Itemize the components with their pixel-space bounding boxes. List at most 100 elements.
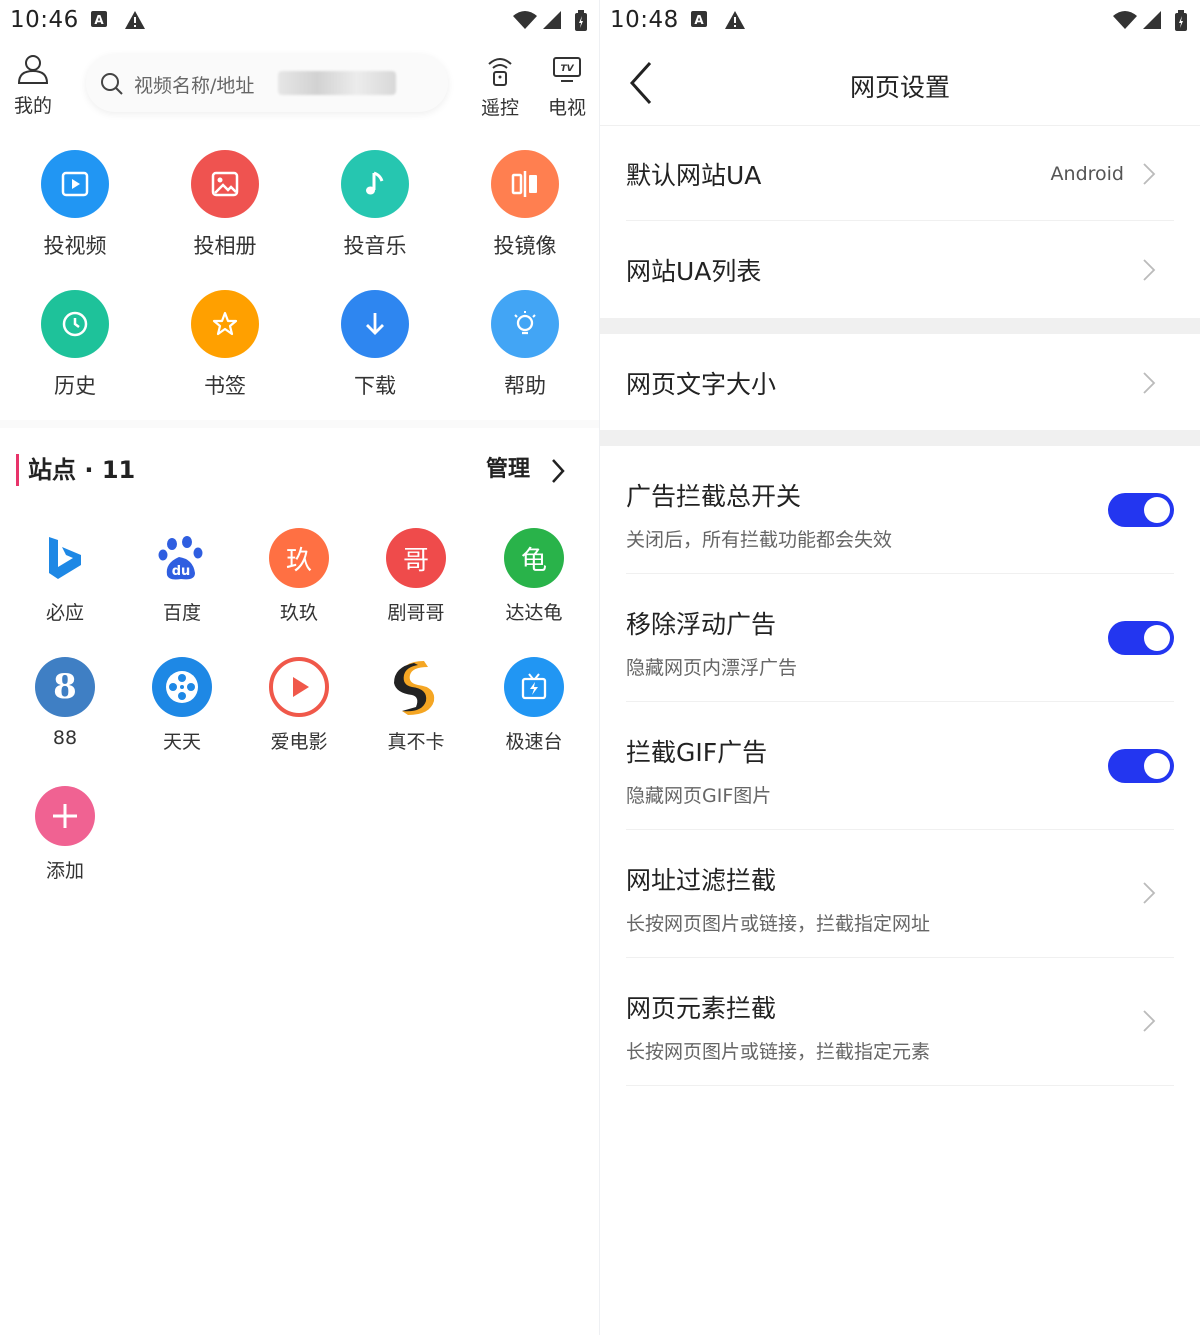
block-gif-ad-toggle[interactable] — [1108, 749, 1174, 783]
battery-icon — [574, 10, 588, 36]
site-glyph-icon: 玖 — [269, 528, 329, 588]
chevron-right-icon — [1142, 881, 1156, 909]
cast-mirror-label: 投镜像 — [493, 234, 557, 258]
blurred-text — [278, 71, 396, 95]
play-circle-icon — [269, 657, 329, 717]
site-dadagui[interactable]: 龟 达达龟 — [484, 528, 584, 625]
manage-button[interactable]: 管理 — [486, 454, 530, 486]
bookmark-button[interactable]: 书签 — [165, 290, 285, 400]
row-title: 网址过滤拦截 — [626, 866, 777, 895]
row-subtitle: 长按网页图片或链接，拦截指定元素 — [626, 1041, 931, 1063]
row-value: Android — [1050, 163, 1124, 185]
a-notification-icon: A — [90, 10, 108, 32]
ad-block-master-toggle[interactable] — [1108, 493, 1174, 527]
site-glyph-icon: 龟 — [504, 528, 564, 588]
tv-icon: TV — [553, 57, 581, 82]
site-jiujiu[interactable]: 玖 玖玖 — [249, 528, 349, 625]
download-arrow-icon — [341, 290, 409, 358]
site-tiantian[interactable]: 天天 — [132, 657, 232, 754]
block-gif-ad-row: 拦截GIF广告 隐藏网页GIF图片 — [626, 733, 1174, 807]
section-divider — [600, 430, 1200, 446]
search-placeholder: 视频名称/地址 — [134, 75, 255, 97]
user-icon — [17, 55, 49, 84]
url-filter-row[interactable]: 网址过滤拦截 长按网页图片或链接，拦截指定网址 — [626, 861, 1174, 935]
download-label: 下载 — [354, 374, 396, 398]
battery-icon — [1174, 10, 1188, 36]
warning-icon — [724, 10, 746, 34]
history-label: 历史 — [54, 374, 96, 398]
warning-icon — [124, 10, 146, 34]
sites-title: 站点 · 11 — [16, 454, 135, 486]
cast-album-label: 投相册 — [193, 234, 257, 258]
help-label: 帮助 — [504, 374, 546, 398]
cast-mirror-button[interactable]: 投镜像 — [465, 150, 585, 260]
ua-list-row[interactable]: 网站UA列表 — [626, 252, 1174, 292]
download-button[interactable]: 下载 — [315, 290, 435, 400]
remote-button[interactable]: 遥控 — [476, 54, 524, 120]
baidu-paw-icon: du — [152, 528, 212, 588]
row-divider — [626, 1085, 1174, 1086]
site-label: 天天 — [162, 731, 201, 753]
row-divider — [626, 220, 1174, 221]
s-logo-icon — [386, 657, 446, 717]
search-bar[interactable]: 视频名称/地址 — [86, 54, 448, 112]
site-label: 达达龟 — [505, 602, 563, 624]
site-label: 玖玖 — [279, 602, 318, 624]
svg-text:TV: TV — [560, 64, 574, 74]
site-88[interactable]: 8 88 — [15, 657, 115, 749]
clock-icon — [41, 290, 109, 358]
status-bar: 10:46 A — [0, 0, 600, 42]
site-jugege[interactable]: 哥 剧哥哥 — [366, 528, 466, 625]
signal-icon — [1142, 10, 1162, 34]
row-divider — [626, 957, 1174, 958]
site-glyph-icon: 哥 — [386, 528, 446, 588]
mirror-icon — [491, 150, 559, 218]
bing-logo-icon — [35, 528, 95, 588]
remove-float-ad-toggle[interactable] — [1108, 621, 1174, 655]
tv-bolt-icon — [504, 657, 564, 717]
row-subtitle: 关闭后，所有拦截功能都会失效 — [626, 529, 893, 551]
svg-text:A: A — [694, 13, 704, 27]
web-settings-screen: 10:48 A 网页设置 默认网站UA Android 网站UA列表 网页文字大… — [600, 0, 1200, 1335]
add-site-button[interactable]: 添加 — [15, 786, 115, 883]
signal-icon — [542, 10, 562, 34]
lightbulb-icon — [491, 290, 559, 358]
row-title: 网页元素拦截 — [626, 994, 777, 1023]
chevron-right-icon — [1142, 1009, 1156, 1037]
mine-button[interactable]: 我的 — [10, 54, 56, 118]
site-label: 极速台 — [505, 731, 563, 753]
default-ua-row[interactable]: 默认网站UA Android — [626, 156, 1174, 196]
site-label: 真不卡 — [387, 731, 445, 753]
font-size-row[interactable]: 网页文字大小 — [626, 365, 1174, 405]
page-title: 网页设置 — [849, 73, 950, 102]
help-button[interactable]: 帮助 — [465, 290, 585, 400]
site-bing[interactable]: 必应 — [15, 528, 115, 625]
site-label: 剧哥哥 — [387, 602, 445, 624]
site-aidianying[interactable]: 爱电影 — [249, 657, 349, 754]
row-title: 网页文字大小 — [626, 370, 777, 399]
cast-album-button[interactable]: 投相册 — [165, 150, 285, 260]
site-zhenbuka[interactable]: 真不卡 — [366, 657, 466, 754]
cast-music-button[interactable]: 投音乐 — [315, 150, 435, 260]
remove-float-ad-row: 移除浮动广告 隐藏网页内漂浮广告 — [626, 605, 1174, 679]
search-icon — [100, 72, 124, 100]
plus-icon — [35, 786, 95, 846]
tv-button[interactable]: TV 电视 — [544, 54, 590, 120]
site-jisutai[interactable]: 极速台 — [484, 657, 584, 754]
cast-video-button[interactable]: 投视频 — [15, 150, 135, 260]
element-block-row[interactable]: 网页元素拦截 长按网页图片或链接，拦截指定元素 — [626, 989, 1174, 1063]
history-button[interactable]: 历史 — [15, 290, 135, 400]
film-reel-icon — [152, 657, 212, 717]
status-bar: 10:48 A — [600, 0, 1200, 42]
site-glyph-icon: 8 — [35, 657, 95, 717]
star-icon — [191, 290, 259, 358]
image-icon — [191, 150, 259, 218]
remote-label: 遥控 — [480, 97, 519, 119]
chevron-right-icon — [1142, 162, 1156, 190]
status-time: 10:46 — [10, 7, 79, 33]
site-label: 添加 — [45, 860, 84, 882]
site-baidu[interactable]: du 百度 — [132, 528, 232, 625]
row-title: 拦截GIF广告 — [626, 738, 768, 767]
chevron-right-icon[interactable] — [549, 458, 567, 488]
section-divider — [0, 420, 600, 428]
